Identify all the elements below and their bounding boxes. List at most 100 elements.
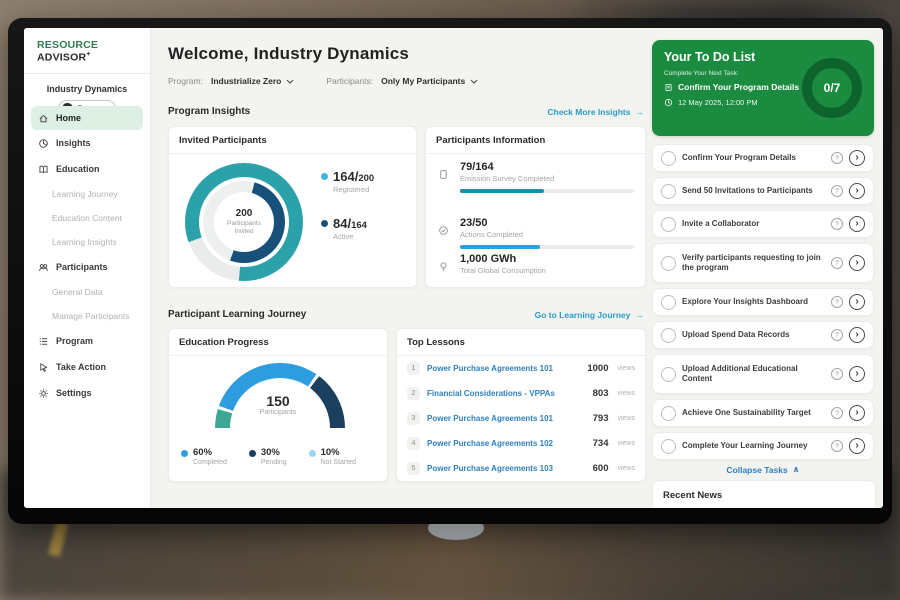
- help-icon[interactable]: ?: [831, 185, 843, 197]
- participants-filter-label: Participants:: [326, 76, 373, 86]
- todo-item-achieve-target[interactable]: Achieve One Sustainability Target ? ›: [652, 399, 874, 427]
- sidebar-item-program[interactable]: Program: [24, 328, 150, 354]
- survey-icon: [438, 167, 449, 185]
- donut-center-label: 200 Participants Invited: [185, 163, 303, 281]
- sidebar-item-label: Settings: [56, 388, 92, 398]
- todo-checkbox[interactable]: [661, 184, 676, 199]
- chevron-right-icon[interactable]: ›: [849, 327, 865, 343]
- card-title: Invited Participants: [169, 127, 416, 154]
- todo-checkbox[interactable]: [661, 217, 676, 232]
- recent-news-card: Recent News: [652, 480, 876, 508]
- todo-item-verify-participants[interactable]: Verify participants requesting to join t…: [652, 243, 874, 283]
- lesson-link[interactable]: Power Purchase Agreements 101: [427, 364, 580, 373]
- check-more-insights-link[interactable]: Check More Insights →: [547, 107, 644, 117]
- todo-progress-value: 0/7: [824, 81, 841, 95]
- help-icon[interactable]: ?: [831, 440, 843, 452]
- help-icon[interactable]: ?: [831, 329, 843, 341]
- take-action-icon: [38, 362, 49, 373]
- lesson-views: 600: [593, 463, 609, 474]
- actions-progress-bar: [460, 245, 634, 249]
- lesson-link[interactable]: Power Purchase Agreements 101: [427, 414, 586, 423]
- arrow-right-icon: →: [636, 310, 645, 320]
- todo-checkbox[interactable]: [661, 439, 676, 454]
- stat-emission-survey: 79/164 Emission Survey Completed: [438, 161, 634, 193]
- todo-checkbox[interactable]: [661, 256, 676, 271]
- collapse-tasks-link[interactable]: Collapse Tasks ∧: [652, 464, 874, 475]
- invited-participants-card: Invited Participants 200 Participants In…: [168, 126, 417, 288]
- filter-bar: Program: Industrialize Zero Participants…: [168, 76, 478, 86]
- todo-item-confirm-program[interactable]: Confirm Your Program Details ? ›: [652, 144, 874, 172]
- education-icon: [38, 164, 49, 175]
- monitor-bezel: RESOURCE ADVISOR+ Industry Dynamics Spon…: [8, 18, 892, 524]
- lesson-link[interactable]: Financial Considerations - VPPAs: [427, 389, 586, 398]
- legend-not-started: 10%Not Started: [309, 447, 356, 466]
- todo-item-upload-spend-data[interactable]: Upload Spend Data Records ? ›: [652, 321, 874, 349]
- lesson-row: 5 Power Purchase Agreements 103 600 view…: [397, 456, 645, 481]
- todo-item-invite-collaborator[interactable]: Invite a Collaborator ? ›: [652, 210, 874, 238]
- todo-checkbox[interactable]: [661, 367, 676, 382]
- participants-filter-dropdown[interactable]: Only My Participants: [381, 76, 478, 86]
- energy-icon: [438, 259, 449, 277]
- invited-donut-chart: 200 Participants Invited: [185, 163, 303, 281]
- sidebar-item-label: Education Content: [52, 213, 122, 223]
- chevron-up-icon: ∧: [793, 464, 800, 475]
- section-title-learning-journey: Participant Learning Journey: [168, 309, 306, 320]
- help-icon[interactable]: ?: [831, 257, 843, 269]
- sidebar-item-learning-journey[interactable]: Learning Journey: [24, 182, 150, 206]
- help-icon[interactable]: ?: [831, 218, 843, 230]
- gauge-center-label: 150 Participants: [169, 393, 387, 416]
- todo-item-send-invitations[interactable]: Send 50 Invitations to Participants ? ›: [652, 177, 874, 205]
- todo-item-upload-educational-content[interactable]: Upload Additional Educational Content ? …: [652, 354, 874, 394]
- todo-checkbox[interactable]: [661, 151, 676, 166]
- sidebar-item-education[interactable]: Education: [24, 156, 150, 182]
- help-icon[interactable]: ?: [831, 296, 843, 308]
- sidebar-item-education-content[interactable]: Education Content: [24, 206, 150, 230]
- help-icon[interactable]: ?: [831, 152, 843, 164]
- go-to-learning-journey-link[interactable]: Go to Learning Journey →: [535, 310, 644, 320]
- insights-icon: [38, 138, 49, 149]
- chevron-right-icon[interactable]: ›: [849, 183, 865, 199]
- lesson-link[interactable]: Power Purchase Agreements 102: [427, 439, 586, 448]
- participants-filter-value: Only My Participants: [381, 76, 465, 86]
- program-filter-dropdown[interactable]: Industrialize Zero: [211, 76, 294, 86]
- sidebar-item-label: Learning Journey: [52, 189, 118, 199]
- lesson-link[interactable]: Power Purchase Agreements 103: [427, 464, 586, 473]
- sidebar-item-participants[interactable]: Participants: [24, 254, 150, 280]
- help-icon[interactable]: ?: [831, 368, 843, 380]
- program-filter-label: Program:: [168, 76, 203, 86]
- sidebar-item-learning-insights[interactable]: Learning Insights: [24, 230, 150, 254]
- chevron-right-icon[interactable]: ›: [849, 255, 865, 271]
- registered-dot: [321, 173, 328, 180]
- home-icon: [38, 113, 49, 124]
- chevron-right-icon[interactable]: ›: [849, 150, 865, 166]
- todo-item-complete-learning-journey[interactable]: Complete Your Learning Journey ? ›: [652, 432, 874, 460]
- sidebar-item-insights[interactable]: Insights: [24, 130, 150, 156]
- lesson-rank: 2: [407, 387, 420, 400]
- chevron-right-icon[interactable]: ›: [849, 366, 865, 382]
- todo-item-explore-insights[interactable]: Explore Your Insights Dashboard ? ›: [652, 288, 874, 316]
- todo-checkbox[interactable]: [661, 328, 676, 343]
- chevron-right-icon[interactable]: ›: [849, 294, 865, 310]
- sidebar-item-label: Manage Participants: [52, 311, 130, 321]
- card-title: Education Progress: [169, 329, 387, 356]
- sidebar-item-general-data[interactable]: General Data: [24, 280, 150, 304]
- help-icon[interactable]: ?: [831, 407, 843, 419]
- sidebar-item-label: General Data: [52, 287, 103, 297]
- todo-checkbox[interactable]: [661, 295, 676, 310]
- arrow-right-icon: →: [636, 107, 645, 117]
- recent-news-title: Recent News: [653, 481, 875, 508]
- chevron-right-icon[interactable]: ›: [849, 438, 865, 454]
- sidebar-item-take-action[interactable]: Take Action: [24, 354, 150, 380]
- chevron-right-icon[interactable]: ›: [849, 405, 865, 421]
- sidebar-item-home[interactable]: Home: [31, 106, 143, 130]
- todo-next-task: Confirm Your Program Details: [664, 82, 799, 92]
- lesson-row: 1 Power Purchase Agreements 101 1000 vie…: [397, 356, 645, 381]
- sidebar-item-settings[interactable]: Settings: [24, 380, 150, 406]
- sidebar-item-manage-participants[interactable]: Manage Participants: [24, 304, 150, 328]
- program-insights-header-row: Program Insights Check More Insights →: [168, 106, 644, 117]
- todo-due-date: 12 May 2025, 12:00 PM: [664, 98, 758, 107]
- todo-checkbox[interactable]: [661, 406, 676, 421]
- chevron-right-icon[interactable]: ›: [849, 216, 865, 232]
- legend-registered: 164/200 Registered: [321, 169, 374, 194]
- lesson-views: 734: [593, 438, 609, 449]
